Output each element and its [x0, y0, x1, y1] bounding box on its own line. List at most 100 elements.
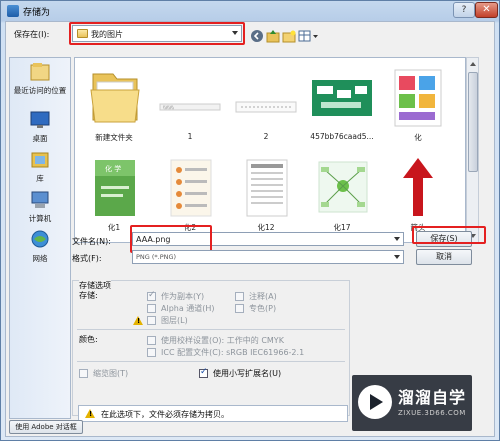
- spot-label: 专色(P): [249, 304, 277, 313]
- file-name: 新建文件夹: [95, 133, 133, 142]
- place-network[interactable]: 网络: [10, 230, 70, 270]
- lowercase-ext-checkbox[interactable]: [199, 367, 208, 378]
- file-item[interactable]: 2: [229, 66, 303, 146]
- watermark-brand: 溜溜自学: [398, 388, 467, 407]
- lowercase-ext-label: 使用小写扩展名(U): [213, 369, 282, 378]
- spot-checkbox[interactable]: [235, 304, 244, 313]
- place-label: 最近访问的位置: [13, 86, 67, 95]
- place-label: 库: [36, 174, 44, 183]
- scroll-up-icon[interactable]: [470, 62, 476, 66]
- proof-checkbox[interactable]: [147, 336, 156, 345]
- as-copy-checkbox[interactable]: [147, 290, 156, 301]
- place-label: 桌面: [32, 134, 48, 143]
- up-folder-icon[interactable]: [266, 29, 280, 43]
- as-copy-label: 作为副本(Y): [161, 292, 205, 301]
- image-thumbnail: [318, 161, 368, 213]
- warning-icon: [133, 316, 143, 325]
- file-item[interactable]: 新建文件夹: [77, 66, 151, 146]
- chevron-down-icon[interactable]: [394, 237, 400, 241]
- photoshop-app-icon: [7, 5, 19, 17]
- file-name: 2: [263, 132, 269, 141]
- alpha-checkbox[interactable]: [147, 304, 156, 313]
- network-icon: [31, 230, 49, 248]
- color-label: 颜色:: [79, 335, 98, 344]
- title-bar[interactable]: 存储为 ? ✕: [1, 1, 499, 21]
- layers-checkbox[interactable]: [147, 316, 156, 325]
- file-name: 化: [414, 133, 422, 142]
- format-select[interactable]: PNG (*.PNG): [132, 250, 404, 264]
- file-item[interactable]: 化: [381, 66, 455, 146]
- back-icon[interactable]: [250, 29, 264, 43]
- new-folder-icon[interactable]: [282, 29, 296, 43]
- image-thumbnail: [394, 69, 442, 127]
- layers-label: 图层(L): [161, 316, 188, 325]
- file-item[interactable]: 457bb76caad5...: [305, 66, 379, 146]
- place-recent[interactable]: 最近访问的位置: [10, 62, 70, 102]
- file1-thumb-text: \\\\\\\\: [163, 105, 174, 110]
- highlight-save-in: [69, 22, 245, 45]
- icc-checkbox[interactable]: [147, 348, 156, 357]
- red-arrow-thumbnail: [403, 158, 433, 216]
- file-item[interactable]: 化2: [153, 156, 227, 236]
- place-libraries[interactable]: 库: [10, 150, 70, 190]
- place-label: 计算机: [28, 214, 52, 223]
- divider: [77, 329, 345, 330]
- icc-label: ICC 配置文件(C): sRGB IEC61966-2.1: [161, 348, 305, 357]
- place-label: 网络: [32, 254, 48, 263]
- save-as-dialog: 存储为 ? ✕ 保存在(I): 我的图片 最近访问的位置 桌面 库 计算机 网络…: [0, 0, 500, 441]
- place-computer[interactable]: 计算机: [10, 190, 70, 230]
- copy-notice: 在此选项下，文件必须存储为拷贝。: [78, 405, 348, 422]
- notice-text: 在此选项下，文件必须存储为拷贝。: [101, 410, 229, 419]
- watermark-url: ZIXUE.3D66.COM: [398, 409, 466, 417]
- file-list[interactable]: 新建文件夹 \\\\\\\\ 1 2 457bb76caad5... 化 化 学…: [74, 57, 466, 243]
- image-thumbnail: \\\\\\\\: [159, 103, 221, 111]
- dialog-title: 存储为: [23, 8, 51, 18]
- file-list-scrollbar[interactable]: [466, 57, 479, 243]
- file-item[interactable]: 化 学 化1: [77, 156, 151, 236]
- scrollbar-thumb[interactable]: [468, 72, 478, 172]
- proof-label: 使用校样设置(O): 工作中的 CMYK: [161, 336, 284, 345]
- file-name: 457bb76caad5...: [310, 132, 374, 141]
- places-bar: 最近访问的位置 桌面 库 计算机 网络: [9, 57, 71, 419]
- divider: [77, 361, 345, 362]
- image-thumbnail: [312, 80, 372, 116]
- thumb-cover-title: 化 学: [105, 164, 121, 173]
- adobe-dialog-button[interactable]: 使用 Adobe 对话框: [9, 420, 83, 434]
- storage-label: 存储:: [79, 291, 98, 300]
- place-desktop[interactable]: 桌面: [10, 110, 70, 150]
- image-thumbnail: [246, 159, 288, 217]
- close-button[interactable]: ✕: [475, 2, 498, 18]
- image-thumbnail: 化 学: [95, 160, 135, 216]
- file-item[interactable]: \\\\\\\\ 1: [153, 66, 227, 146]
- file-item[interactable]: 箭头: [381, 156, 455, 236]
- highlight-filename: [130, 225, 212, 253]
- file-name: 1: [187, 132, 193, 141]
- recent-places-icon: [30, 63, 50, 81]
- libraries-icon: [31, 152, 49, 168]
- watermark: 溜溜自学 ZIXUE.3D66.COM: [352, 375, 472, 431]
- save-in-label: 保存在(I):: [14, 30, 50, 39]
- image-thumbnail: [170, 159, 212, 217]
- format-label: 格式(F):: [72, 254, 102, 263]
- desktop-icon: [30, 111, 50, 128]
- cancel-button[interactable]: 取消: [416, 249, 472, 265]
- thumbnail-label: 缩览图(T): [93, 369, 129, 378]
- view-menu-icon[interactable]: [298, 29, 320, 43]
- file-item[interactable]: 化12: [229, 156, 303, 236]
- help-button[interactable]: ?: [453, 2, 475, 18]
- format-value: PNG (*.PNG): [136, 253, 177, 261]
- image-thumbnail: [235, 101, 297, 113]
- alpha-label: Alpha 通道(H): [161, 304, 215, 313]
- warning-icon: [85, 409, 95, 418]
- thumbnail-checkbox[interactable]: [79, 369, 88, 378]
- computer-icon: [31, 191, 49, 208]
- file-item[interactable]: 化17: [305, 156, 379, 236]
- filename-label: 文件名(N):: [72, 237, 111, 246]
- highlight-save-button: [412, 226, 486, 244]
- play-logo-icon: [358, 385, 392, 419]
- notes-label: 注释(A): [249, 292, 277, 301]
- chevron-down-icon: [394, 255, 400, 259]
- notes-checkbox[interactable]: [235, 292, 244, 301]
- save-options-group: 存储选项 存储: 作为副本(Y) 注释(A) Alpha 通道(H) 专色(P)…: [72, 280, 350, 416]
- folder-icon: [90, 73, 140, 123]
